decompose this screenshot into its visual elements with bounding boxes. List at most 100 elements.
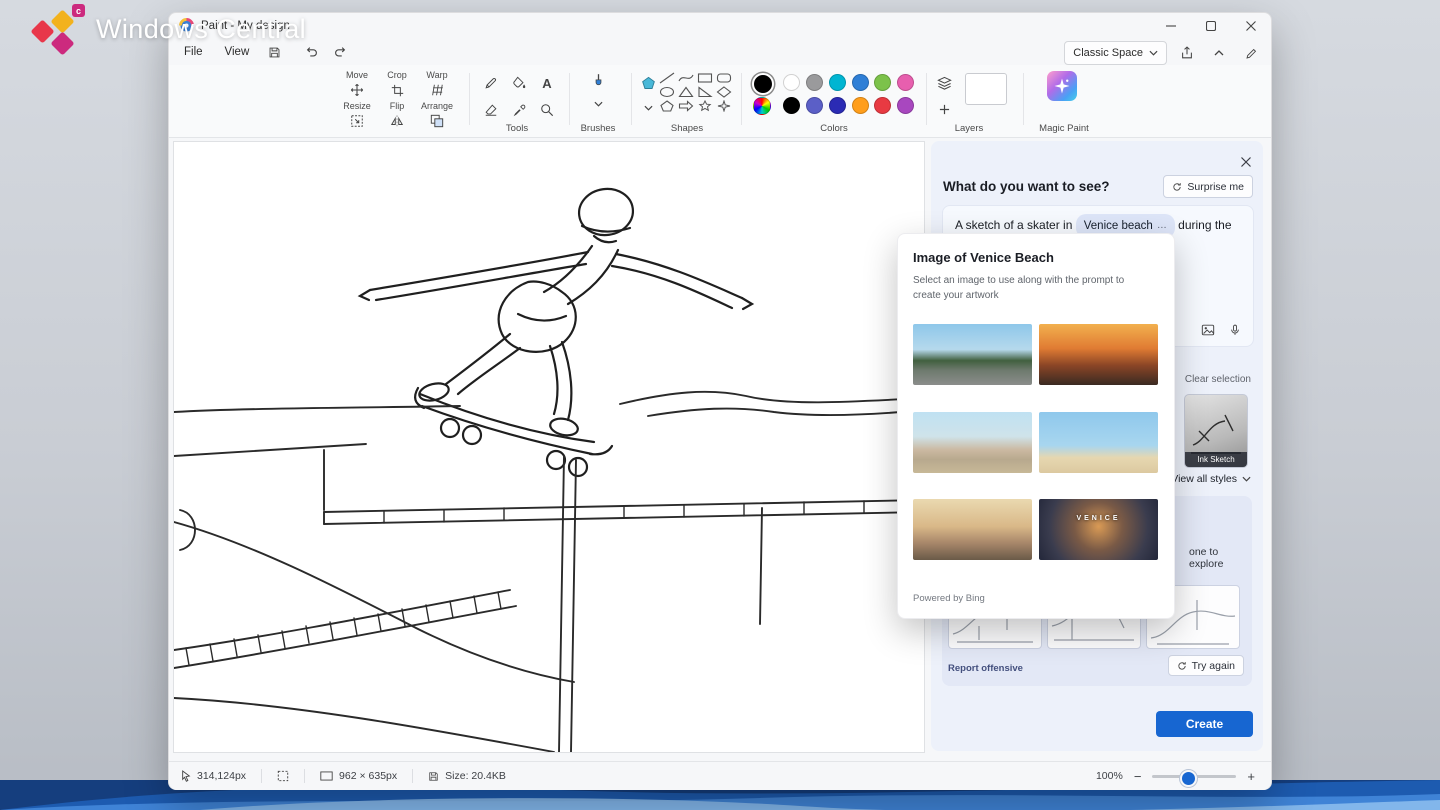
venice-image-palm-walkway[interactable] [913,324,1032,385]
color-swatch-orange[interactable] [852,97,869,114]
create-button[interactable]: Create [1156,711,1253,737]
report-offensive-link[interactable]: Report offensive [948,663,1023,674]
venice-image-boardwalk[interactable] [913,412,1032,473]
voice-input-button[interactable] [1229,323,1241,337]
microphone-icon [1229,323,1241,337]
crop-label: Crop [375,70,419,81]
maximize-button[interactable] [1191,13,1231,39]
shape-rounded-rectangle[interactable] [716,72,732,84]
zoom-slider-handle[interactable] [1180,770,1197,787]
crop-tool[interactable] [375,81,419,99]
shape-line[interactable] [659,72,675,84]
magnifier-icon [540,103,554,117]
venice-image-sunset-skatepark[interactable] [1039,324,1158,385]
edit-pen-button[interactable] [1239,42,1263,64]
crop-icon [391,84,404,97]
chevron-up-icon [1214,50,1224,56]
shape-right-triangle[interactable] [697,86,713,98]
color-swatch-gray[interactable] [806,74,823,91]
resize-tool[interactable] [335,112,379,130]
ribbon-divider [469,73,470,125]
venice-image-lifeguard-tower[interactable] [1039,412,1158,473]
panel-close-button[interactable] [1237,153,1255,171]
share-button[interactable] [1175,42,1199,64]
statusbar-separator [261,769,262,783]
color-swatch-black[interactable] [783,97,800,114]
magic-paint-label: Magic Paint [1027,123,1101,134]
add-layer-button[interactable] [932,97,956,121]
shape-curve[interactable] [678,72,694,84]
color-swatch-navy[interactable] [829,97,846,114]
venice-sign-text: VENICE [1039,515,1158,522]
collapse-ribbon-button[interactable] [1207,42,1231,64]
venice-image-palms-golden-hour[interactable] [913,499,1032,560]
shape-rectangle[interactable] [697,72,713,84]
venice-image-sign[interactable]: VENICE [1039,499,1158,560]
color-swatch-green[interactable] [874,74,891,91]
color-wheel-picker[interactable] [753,97,771,115]
try-again-button[interactable]: Try again [1168,655,1244,676]
cursor-position: 314,124px [197,770,246,782]
warp-tool[interactable] [415,81,459,99]
chevron-down-icon [644,105,653,111]
shape-triangle[interactable] [678,86,694,98]
move-tool[interactable] [335,81,379,99]
close-icon [1241,157,1251,167]
zoom-out-button[interactable]: − [1134,769,1142,784]
magic-paint-button[interactable] [1047,71,1077,101]
layer-thumbnail[interactable] [965,73,1007,105]
window-controls [1151,13,1271,39]
shape-four-point-star[interactable] [716,100,732,112]
paint-window: Paint - My design File View [168,12,1272,790]
statusbar-separator [304,769,305,783]
shape-arrow[interactable] [678,100,694,112]
group-move-resize: Move Resize [335,70,379,130]
color-swatch-blue[interactable] [852,74,869,91]
eyedropper-icon [513,104,526,117]
brush-tool[interactable] [586,69,610,93]
shapes-dropdown[interactable] [640,101,656,115]
color-picker-tool[interactable] [507,98,531,122]
flip-tool[interactable] [375,112,419,130]
view-all-styles-link[interactable]: View all styles [1171,473,1251,485]
color-swatch-purple[interactable] [897,97,914,114]
shape-star[interactable] [697,100,713,112]
ribbon-divider [1023,73,1024,125]
flip-label: Flip [375,101,419,112]
color-swatch-red[interactable] [874,97,891,114]
arrange-label: Arrange [415,101,459,112]
shape-fill-style[interactable] [638,73,658,93]
arrange-tool[interactable] [415,112,459,130]
layers-button[interactable] [932,71,956,95]
eraser-tool[interactable] [479,98,503,122]
fill-tool[interactable] [507,71,531,95]
close-button[interactable] [1231,13,1271,39]
drawing-canvas[interactable] [173,141,925,753]
text-tool[interactable]: A [535,71,559,95]
arrange-icon [430,114,444,128]
color-swatch-cyan[interactable] [829,74,846,91]
add-image-button[interactable] [1201,323,1215,337]
desktop: Paint - My design File View [0,0,1440,810]
style-card-ink-sketch[interactable]: Ink Sketch [1184,394,1248,468]
style-selector-dropdown[interactable]: Classic Space [1064,41,1167,65]
shape-oval[interactable] [659,86,675,98]
zoom-in-button[interactable]: + [1247,769,1255,784]
watermark-brand: Windows Central [96,14,306,45]
minimize-button[interactable] [1151,13,1191,39]
color-swatch-pink[interactable] [897,74,914,91]
brushes-dropdown[interactable] [586,97,610,111]
shape-pentagon[interactable] [659,100,675,112]
shape-diamond[interactable] [716,86,732,98]
magnifier-tool[interactable] [535,98,559,122]
surprise-me-button[interactable]: Surprise me [1163,175,1253,198]
selection-icon [277,770,289,782]
selected-color-swatch[interactable] [752,73,774,95]
pencil-tool[interactable] [479,71,503,95]
powered-by-bing: Powered by Bing [913,593,985,604]
zoom-slider[interactable] [1152,775,1236,778]
color-swatch-white[interactable] [783,74,800,91]
clear-selection-link[interactable]: Clear selection [1185,374,1251,385]
windows-central-watermark: c Windows Central [14,2,334,58]
color-swatch-indigo[interactable] [806,97,823,114]
